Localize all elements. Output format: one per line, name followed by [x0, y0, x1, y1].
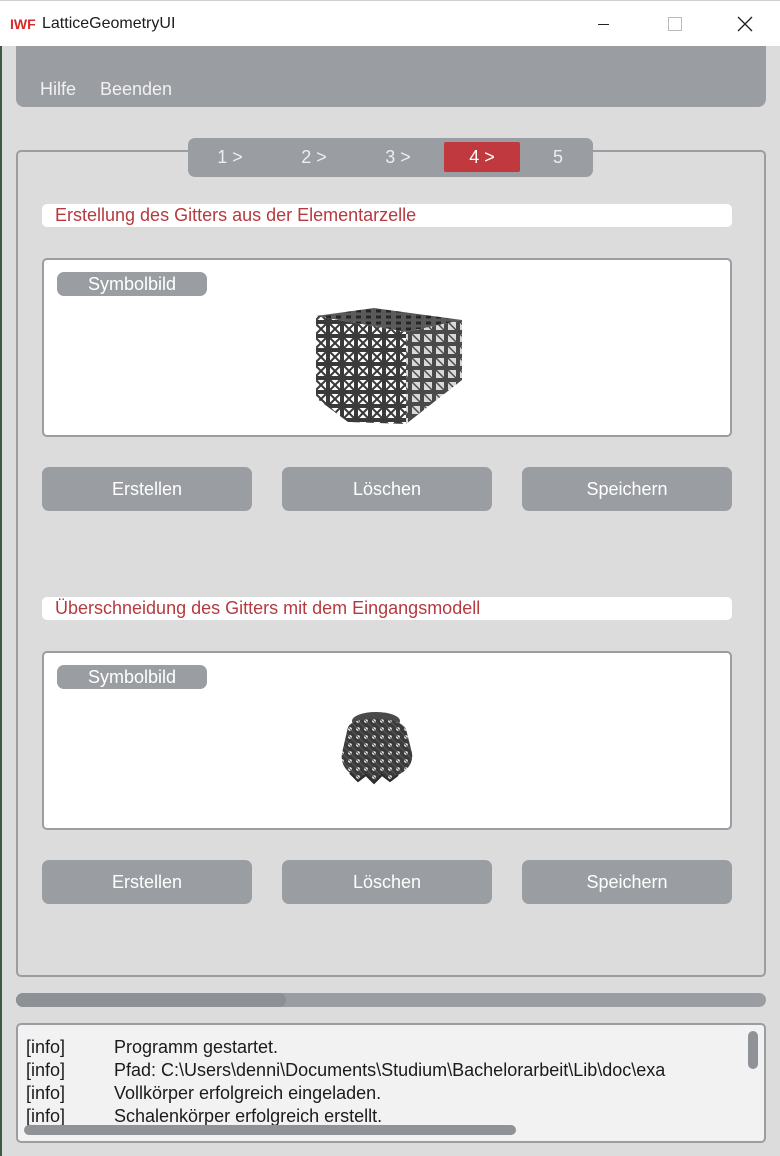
intersection-create-button[interactable]: Erstellen — [42, 860, 252, 904]
lattice-delete-button[interactable]: Löschen — [282, 467, 492, 511]
intersection-delete-button[interactable]: Löschen — [282, 860, 492, 904]
log-level: [info] — [26, 1106, 66, 1126]
close-button[interactable] — [722, 1, 768, 47]
log-horizontal-scrollbar[interactable] — [24, 1125, 516, 1135]
log-level: [info] — [26, 1083, 66, 1103]
log-vertical-scrollbar[interactable] — [748, 1031, 758, 1069]
log-message: Vollkörper erfolgreich eingeladen. — [114, 1083, 382, 1103]
lattice-save-button[interactable]: Speichern — [522, 467, 732, 511]
log-entry: [info] Pfad: C:\Users\denni\Documents\St… — [26, 1060, 756, 1083]
log-panel: [info] Programm gestartet. [info] Pfad: … — [16, 1023, 766, 1143]
minimize-button[interactable] — [580, 1, 626, 47]
progress-bar — [16, 993, 766, 1007]
section-title-lattice-creation: Erstellung des Gitters aus der Elementar… — [42, 204, 732, 227]
step-1-tab[interactable]: 1 > — [192, 142, 268, 172]
menu-bar: Hilfe Beenden — [16, 46, 766, 107]
section-title-intersection: Überschneidung des Gitters mit dem Einga… — [42, 597, 732, 620]
log-entry: [info] Vollkörper erfolgreich eingeladen… — [26, 1083, 756, 1106]
lattice-cylinder-image — [341, 712, 413, 785]
minimize-icon — [597, 23, 609, 25]
step-4-tab-active[interactable]: 4 > — [444, 142, 520, 172]
maximize-button[interactable] — [652, 1, 698, 47]
lattice-preview-box: Symbolbild — [42, 258, 732, 437]
intersection-save-button[interactable]: Speichern — [522, 860, 732, 904]
step-5-tab[interactable]: 5 — [520, 142, 596, 172]
preview-label: Symbolbild — [57, 272, 207, 296]
log-message: Pfad: C:\Users\denni\Documents\Studium\B… — [114, 1060, 666, 1080]
preview-label: Symbolbild — [57, 665, 207, 689]
maximize-icon — [668, 17, 682, 31]
lattice-cube-image — [316, 308, 462, 424]
lattice-create-button[interactable]: Erstellen — [42, 467, 252, 511]
log-message: Schalenkörper erfolgreich erstellt. — [114, 1106, 383, 1126]
close-icon — [737, 16, 753, 32]
step-navigation: 1 > 2 > 3 > 4 > 5 — [188, 138, 593, 177]
window-title: LatticeGeometryUI — [42, 15, 176, 32]
progress-fill — [16, 993, 286, 1007]
window-edge — [0, 46, 2, 1156]
title-bar: IWF LatticeGeometryUI — [0, 0, 780, 46]
log-level: [info] — [26, 1060, 66, 1080]
menu-exit[interactable]: Beenden — [100, 79, 172, 100]
log-entry: [info] Programm gestartet. — [26, 1037, 756, 1060]
menu-help[interactable]: Hilfe — [40, 79, 76, 100]
step-3-tab[interactable]: 3 > — [360, 142, 436, 172]
app-logo-icon: IWF — [10, 15, 37, 32]
intersection-preview-box: Symbolbild — [42, 651, 732, 830]
log-level: [info] — [26, 1037, 66, 1057]
logo-text: IWF — [10, 16, 36, 32]
log-message: Programm gestartet. — [114, 1037, 279, 1057]
step-2-tab[interactable]: 2 > — [276, 142, 352, 172]
